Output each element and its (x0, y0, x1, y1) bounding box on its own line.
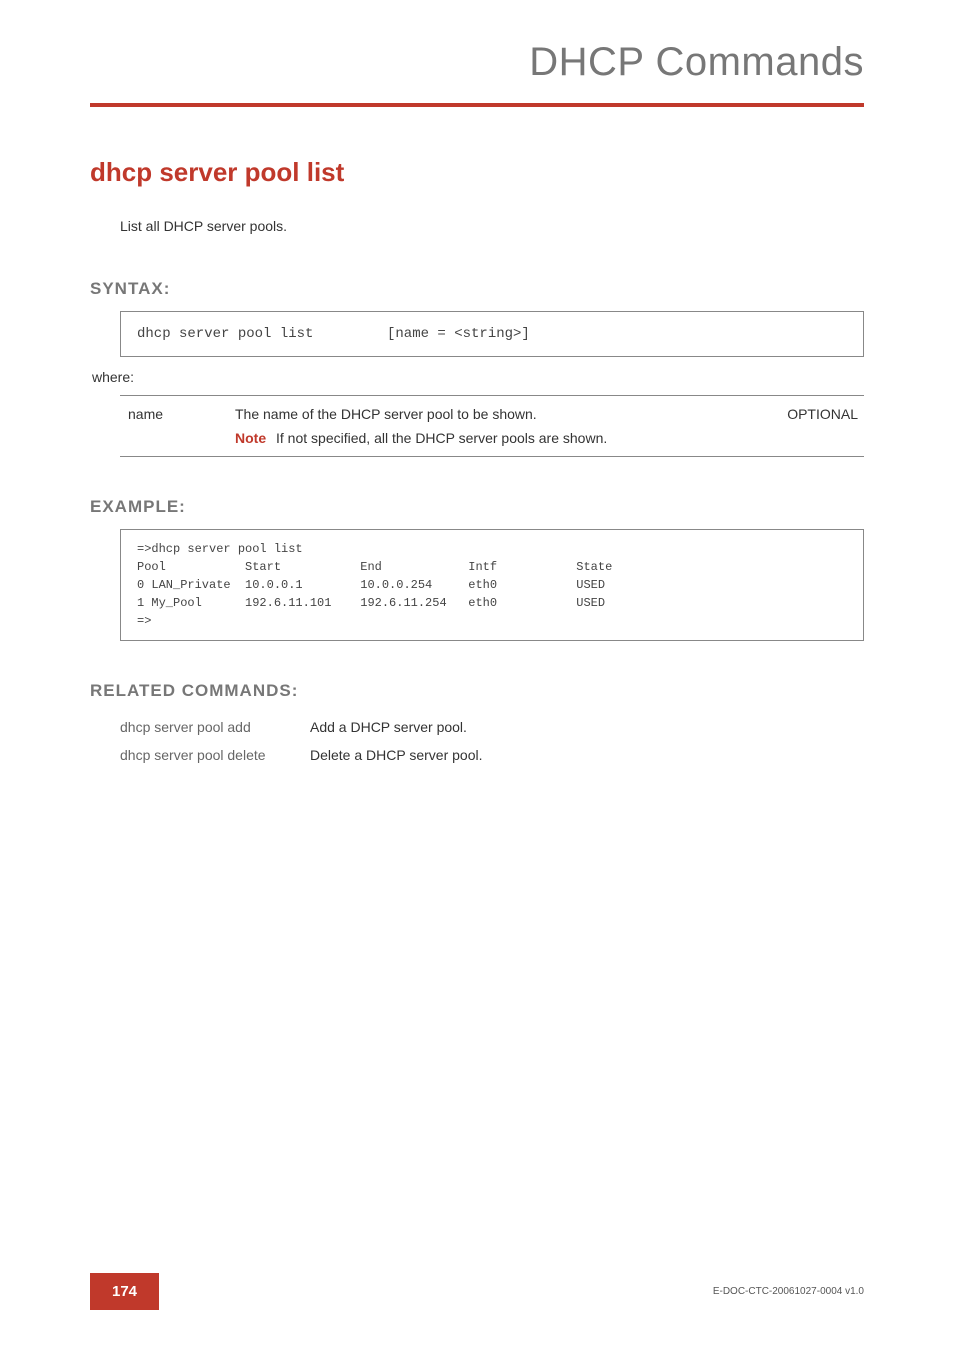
syntax-command: dhcp server pool list (137, 326, 387, 342)
example-heading: EXAMPLE: (90, 497, 864, 517)
syntax-heading: SYNTAX: (90, 279, 864, 299)
content-area: dhcp server pool list List all DHCP serv… (0, 107, 954, 769)
category-title: DHCP Commands (0, 0, 954, 103)
note-text: If not specified, all the DHCP server po… (276, 430, 607, 446)
syntax-box: dhcp server pool list [name = <string>] (120, 311, 864, 357)
param-option: OPTIONAL (764, 406, 864, 422)
param-desc: The name of the DHCP server pool to be s… (235, 406, 764, 422)
related-heading: RELATED COMMANDS: (90, 681, 864, 701)
command-title: dhcp server pool list (90, 157, 864, 188)
param-body: The name of the DHCP server pool to be s… (235, 406, 764, 446)
param-note: Note If not specified, all the DHCP serv… (235, 430, 764, 446)
related-cmd: dhcp server pool delete (120, 747, 310, 763)
footer: 174 E-DOC-CTC-20061027-0004 v1.0 (0, 1273, 954, 1310)
related-desc: Delete a DHCP server pool. (310, 747, 482, 763)
where-label: where: (92, 369, 864, 385)
related-row: dhcp server pool delete Delete a DHCP se… (120, 741, 864, 769)
related-row: dhcp server pool add Add a DHCP server p… (120, 713, 864, 741)
example-box: =>dhcp server pool list Pool Start End I… (120, 529, 864, 641)
syntax-args: [name = <string>] (387, 326, 530, 342)
param-row: name The name of the DHCP server pool to… (120, 395, 864, 457)
related-desc: Add a DHCP server pool. (310, 719, 467, 735)
note-label: Note (235, 430, 266, 446)
related-commands: dhcp server pool add Add a DHCP server p… (120, 713, 864, 769)
command-description: List all DHCP server pools. (120, 218, 864, 234)
param-name: name (120, 406, 235, 422)
page-number: 174 (90, 1273, 159, 1310)
param-table: name The name of the DHCP server pool to… (120, 395, 864, 457)
related-cmd: dhcp server pool add (120, 719, 310, 735)
doc-id: E-DOC-CTC-20061027-0004 v1.0 (713, 1286, 864, 1297)
page: DHCP Commands dhcp server pool list List… (0, 0, 954, 1350)
